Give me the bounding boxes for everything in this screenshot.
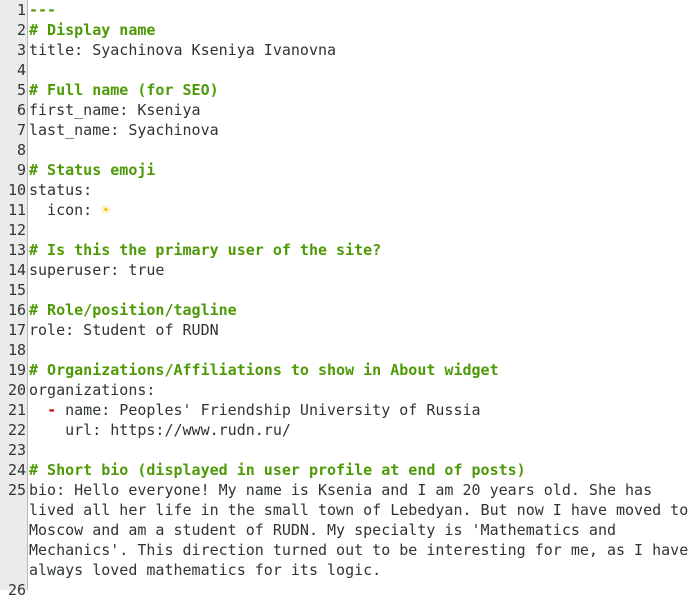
line-text: last_name: Syachinova — [29, 121, 219, 139]
line-number: 24 — [7, 461, 26, 479]
line-number: 1 — [16, 1, 26, 19]
line-text: title: Syachinova Kseniya Ivanovna — [29, 41, 337, 59]
line-text: --- — [29, 1, 57, 19]
line-number: 21 — [7, 401, 26, 419]
line-number: 9 — [16, 161, 26, 179]
line-number: 12 — [7, 221, 26, 239]
line-text: # Is this the primary user of the site? — [29, 241, 382, 259]
line-number: 16 — [7, 301, 26, 319]
line-text: - name: Peoples' Friendship University o… — [29, 400, 481, 420]
line-number: 22 — [7, 421, 26, 439]
line-content: icon: — [29, 201, 102, 219]
line-number: 20 — [7, 381, 26, 399]
line-text: Mechanics'. This direction turned out to… — [29, 541, 689, 559]
line-text: # Status emoji — [29, 161, 156, 179]
line-text: # Role/position/tagline — [29, 301, 237, 319]
text-editor[interactable]: 1 --- 2 # Display name 3 title: Syachinova Ks… — [0, 0, 696, 599]
line-number: 5 — [16, 81, 26, 99]
line-number: 6 — [16, 101, 26, 119]
line-number: 8 — [16, 141, 26, 159]
line-number: 25 — [7, 481, 26, 499]
line-text: # Short bio (displayed in user profile a… — [29, 461, 526, 479]
list-dash: - — [47, 401, 57, 419]
line-number: 13 — [7, 241, 26, 259]
line-text: icon: ☀ — [29, 200, 110, 220]
line-text: first_name: Kseniya — [29, 101, 201, 119]
line-text: bio: Hello everyone! My name is Ksenia a… — [29, 481, 653, 499]
line-number: 26 — [7, 581, 26, 599]
line-text: Moscow and am a student of RUDN. My spec… — [29, 521, 616, 539]
line-number: 17 — [7, 321, 26, 339]
line-text: superuser: true — [29, 261, 165, 279]
line-number: 23 — [7, 441, 26, 459]
line-text: lived all her life in the small town of … — [29, 501, 689, 519]
line-text: # Full name (for SEO) — [29, 81, 219, 99]
line-number: 18 — [7, 341, 26, 359]
line-text: organizations: — [29, 381, 156, 399]
line-number: 11 — [7, 201, 26, 219]
line-number: 3 — [16, 41, 26, 59]
line-number: 14 — [7, 261, 26, 279]
line-text: status: — [29, 181, 93, 199]
line-number: 2 — [16, 21, 26, 39]
line-number: 7 — [16, 121, 26, 139]
line-number: 4 — [16, 61, 26, 79]
sun-emoji-icon: ☀ — [101, 201, 111, 219]
line-content: name: Peoples' Friendship University of … — [56, 401, 481, 419]
line-text: # Display name — [29, 21, 156, 39]
line-number: 19 — [7, 361, 26, 379]
line-text: always loved mathematics for its logic. — [29, 561, 382, 579]
line-number: 10 — [7, 181, 26, 199]
line-text: url: https://www.rudn.ru/ — [29, 421, 291, 439]
line-text: role: Student of RUDN — [29, 321, 219, 339]
line-number: 15 — [7, 281, 26, 299]
line-text: # Organizations/Affiliations to show in … — [29, 361, 499, 379]
